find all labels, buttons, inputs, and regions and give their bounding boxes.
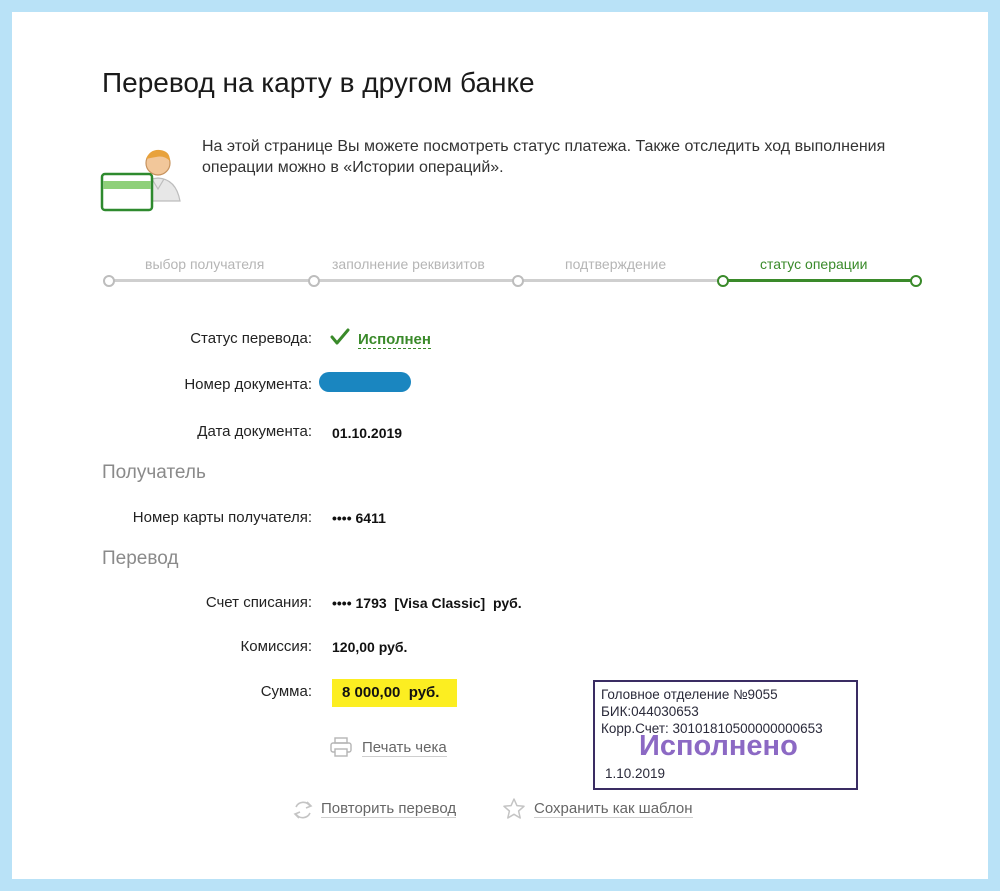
checkmark-icon — [330, 328, 350, 345]
redaction-mark — [319, 372, 411, 392]
account-value: •••• 1793 [Visa Classic] руб. — [332, 595, 522, 611]
stamp-bik: БИК:044030653 — [601, 704, 699, 719]
fee-value: 120,00 руб. — [332, 639, 408, 655]
transfer-heading: Перевод — [102, 548, 179, 569]
document-date-label: Дата документа: — [197, 423, 312, 440]
card-user-icon — [100, 149, 181, 212]
step-dot-end — [910, 275, 922, 287]
status-value[interactable]: Исполнен — [358, 331, 431, 349]
step-dot-active — [717, 275, 729, 287]
stamp-date: 1.10.2019 — [605, 766, 666, 781]
step-label-status: статус операции — [760, 256, 868, 272]
step-dot — [308, 275, 320, 287]
step-label-recipient: выбор получателя — [145, 256, 265, 272]
step-label-confirm: подтверждение — [565, 256, 667, 272]
recipient-card-value: •••• 6411 — [332, 510, 386, 526]
progress-track — [107, 279, 719, 282]
bank-stamp: Головное отделение №9055 БИК:044030653 К… — [593, 680, 858, 790]
account-label: Счет списания: — [205, 594, 312, 611]
repeat-transfer-link[interactable]: Повторить перевод — [321, 800, 457, 818]
status-label: Статус перевода: — [190, 330, 312, 347]
repeat-icon[interactable] — [291, 798, 315, 822]
stamp-branch: Головное отделение №9055 — [601, 687, 778, 702]
amount-value: 8 000,00 руб. — [342, 684, 440, 701]
page-title: Перевод на карту в другом банке — [102, 67, 535, 98]
step-label-details: заполнение реквизитов — [332, 256, 485, 272]
progress-fill — [722, 279, 918, 282]
document-date-value: 01.10.2019 — [332, 425, 403, 441]
save-template-link[interactable]: Сохранить как шаблон — [534, 800, 693, 818]
step-dot — [512, 275, 524, 287]
page-card: Перевод на карту в другом банке На этой … — [12, 12, 988, 879]
star-icon[interactable] — [502, 797, 526, 821]
printer-icon[interactable] — [330, 737, 352, 757]
stamp-executed: Исполнено — [639, 730, 798, 762]
print-receipt-link[interactable]: Печать чека — [362, 739, 447, 757]
fee-label: Комиссия: — [240, 638, 312, 655]
step-dot — [103, 275, 115, 287]
intro-text: На этой странице Вы можете посмотреть ст… — [202, 138, 886, 176]
recipient-heading: Получатель — [102, 462, 206, 483]
recipient-card-label: Номер карты получателя: — [132, 509, 312, 526]
amount-label: Сумма: — [260, 683, 312, 700]
document-number-label: Номер документа: — [184, 376, 312, 393]
